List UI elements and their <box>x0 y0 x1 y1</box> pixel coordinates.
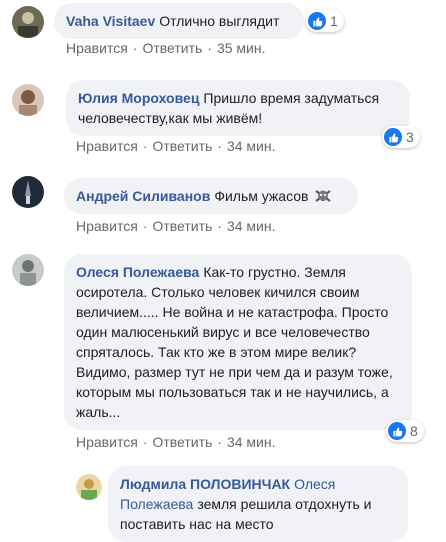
thumbs-up-icon <box>308 12 326 30</box>
comment-author[interactable]: Юлия Мороховец <box>78 90 199 106</box>
person-photo-icon <box>12 254 44 286</box>
like-link[interactable]: Нравится <box>76 138 138 154</box>
thumbs-up-icon <box>388 422 406 440</box>
comment-author[interactable]: Vaha Visitaev <box>66 13 155 29</box>
avatar-olesya[interactable] <box>12 254 44 286</box>
comment-time[interactable]: 34 мин. <box>227 138 276 154</box>
comment-bubble: Юлия Мороховец Пришло время задуматься че… <box>66 80 410 136</box>
skull-crossbones-icon <box>315 190 331 203</box>
avatar-lyudmila[interactable] <box>76 474 102 500</box>
comment-text: Как-то грустно. Земля осиротела. Столько… <box>76 264 393 420</box>
reaction-number: 3 <box>406 129 414 145</box>
reply-link[interactable]: Ответить <box>152 434 212 450</box>
comment-actions: Нравится · Ответить · 34 мин. <box>76 434 276 450</box>
avatar-vaha[interactable] <box>12 6 44 38</box>
comment-author[interactable]: Олеся Полежаева <box>76 264 199 280</box>
reaction-number: 1 <box>330 13 338 29</box>
like-link[interactable]: Нравится <box>76 434 138 450</box>
comment-bubble: Андрей Силиванов Фильм ужасов <box>64 178 358 214</box>
person-photo-icon <box>12 6 44 38</box>
person-photo-icon <box>76 474 102 500</box>
avatar-andrey[interactable] <box>12 176 44 208</box>
comment-actions: Нравится · Ответить · 34 мин. <box>76 218 276 234</box>
rocket-photo-icon <box>12 176 44 208</box>
avatar-yulia[interactable] <box>12 84 44 116</box>
comment-time[interactable]: 34 мин. <box>227 434 276 450</box>
comment-bubble: Людмила ПОЛОВИНЧАК Олеся Полежаева земля р… <box>108 466 408 542</box>
comment-4: Олеся Полежаева Как-то грустно. Земля оси… <box>0 250 446 460</box>
reaction-number: 8 <box>410 423 418 439</box>
comment-author[interactable]: Андрей Силиванов <box>76 188 210 204</box>
comment-time[interactable]: 35 мин. <box>217 40 266 56</box>
reply-link[interactable]: Ответить <box>152 218 212 234</box>
person-photo-icon <box>12 84 44 116</box>
comment-bubble: Vaha Visitaev Отлично выглядит <box>54 3 304 39</box>
reaction-count[interactable]: 3 <box>382 126 420 148</box>
comment-actions: Нравится · Ответить · 34 мин. <box>76 138 276 154</box>
like-link[interactable]: Нравится <box>76 218 138 234</box>
comment-text: Отлично выглядит <box>159 13 280 29</box>
comment-3: Андрей Силиванов Фильм ужасов Нравится · От… <box>0 170 446 242</box>
reaction-count[interactable]: 8 <box>386 420 424 442</box>
thumbs-up-icon <box>384 128 402 146</box>
reply-comment: Людмила ПОЛОВИНЧАК Олеся Полежаева земля р… <box>0 462 446 542</box>
comment-bubble: Олеся Полежаева Как-то грустно. Земля оси… <box>64 254 412 430</box>
comment-2: Юлия Мороховец Пришло время задуматься че… <box>0 72 446 162</box>
comment-1: Vaha Visitaev Отлично выглядит 1 Нравится… <box>0 0 446 60</box>
reaction-count[interactable]: 1 <box>306 10 344 32</box>
comment-time[interactable]: 34 мин. <box>227 218 276 234</box>
comment-text: Фильм ужасов <box>214 188 309 204</box>
like-link[interactable]: Нравится <box>66 40 128 56</box>
reply-link[interactable]: Ответить <box>142 40 202 56</box>
comment-author[interactable]: Людмила ПОЛОВИНЧАК <box>120 476 290 492</box>
reply-link[interactable]: Ответить <box>152 138 212 154</box>
comment-actions: Нравится · Ответить · 35 мин. <box>66 40 266 56</box>
